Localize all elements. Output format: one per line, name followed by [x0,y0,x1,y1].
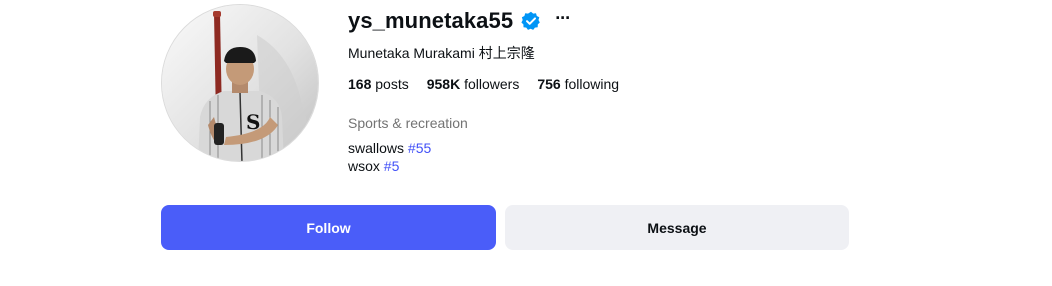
hashtag-link[interactable]: #5 [384,158,400,174]
verified-badge-icon [521,11,541,31]
posts-stat[interactable]: 168 posts [348,76,409,92]
followers-count: 958K [426,76,461,92]
full-name: Munetaka Murakami 村上宗隆 [348,45,535,61]
profile-avatar[interactable]: S [161,4,319,162]
bio-line-text: swallows [348,140,405,156]
follow-button[interactable]: Follow [161,205,496,250]
following-label: following [564,76,620,92]
followers-stat[interactable]: 958K followers [427,76,520,92]
more-options-icon[interactable]: ··· [555,9,571,27]
username-row: ys_munetaka55 ··· [348,8,571,34]
followers-label: followers [464,76,520,92]
posts-label: posts [375,76,409,92]
profile-bio: swallows #55 wsox #5 [348,139,431,175]
bio-line-text: wsox [348,158,380,174]
profile-stats: 168 posts 958K followers 756 following [348,76,637,92]
profile-category: Sports & recreation [348,115,468,131]
message-button[interactable]: Message [505,205,849,250]
bio-line: swallows #55 [348,139,431,157]
bio-line: wsox #5 [348,157,431,175]
following-count: 756 [537,76,561,92]
following-stat[interactable]: 756 following [537,76,619,92]
posts-count: 168 [348,76,372,92]
hashtag-link[interactable]: #55 [408,140,431,156]
username: ys_munetaka55 [348,8,514,33]
